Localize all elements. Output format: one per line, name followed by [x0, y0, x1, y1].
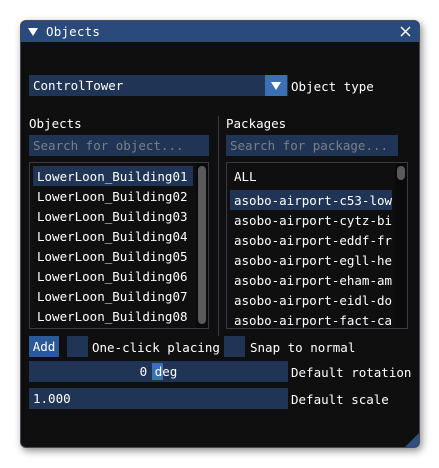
- list-item[interactable]: LowerLoon_Building01: [33, 166, 193, 186]
- objects-list[interactable]: LowerLoon_Building01 LowerLoon_Building0…: [29, 162, 209, 329]
- list-item[interactable]: LowerLoon_Building06: [33, 266, 193, 286]
- objects-scrollbar-thumb[interactable]: [198, 166, 206, 324]
- list-item[interactable]: asobo-airport-eddf-fra: [230, 230, 392, 250]
- object-search-input[interactable]: [29, 135, 209, 156]
- list-item[interactable]: LowerLoon_Building05: [33, 246, 193, 266]
- packages-header: Packages: [226, 116, 287, 131]
- add-button[interactable]: Add: [29, 336, 59, 357]
- add-button-label: Add: [32, 339, 56, 354]
- list-item[interactable]: ALL: [230, 166, 392, 186]
- default-rotation-slider[interactable]: 0 deg: [29, 361, 288, 382]
- objects-header: Objects: [29, 116, 82, 131]
- snap-to-normal-label: Snap to normal: [250, 340, 356, 355]
- scale-value: 1.000: [33, 391, 71, 406]
- packages-scrollbar[interactable]: [395, 163, 407, 328]
- default-scale-label: Default scale: [291, 392, 389, 407]
- collapse-arrow-icon[interactable]: [27, 26, 39, 38]
- object-type-value: ControlTower: [33, 78, 124, 93]
- list-item[interactable]: LowerLoon_Building02: [33, 186, 193, 206]
- column-divider: [218, 116, 219, 336]
- list-item[interactable]: asobo-airport-eham-ams: [230, 270, 392, 290]
- list-item[interactable]: LowerLoon_Building04: [33, 226, 193, 246]
- objects-window: Objects ControlTower Object type Objects…: [20, 20, 420, 448]
- list-item[interactable]: asobo-airport-egll-hea: [230, 250, 392, 270]
- packages-list[interactable]: ALL asobo-airport-c53-lowe asobo-airport…: [226, 162, 408, 329]
- snap-to-normal-checkbox[interactable]: [224, 336, 245, 357]
- chevron-down-icon: [271, 81, 281, 90]
- default-scale-input[interactable]: 1.000: [29, 388, 288, 409]
- list-item[interactable]: asobo-airport-fact-cap: [230, 310, 392, 328]
- list-item[interactable]: asobo-airport-cytz-bil: [230, 210, 392, 230]
- objects-scrollbar[interactable]: [196, 163, 208, 328]
- one-click-placing-checkbox[interactable]: [67, 336, 88, 357]
- default-rotation-label: Default rotation: [291, 365, 412, 380]
- list-item[interactable]: asobo-airport-c53-lowe: [230, 190, 392, 210]
- list-item[interactable]: LowerLoon_Building03: [33, 206, 193, 226]
- close-button[interactable]: [397, 23, 413, 39]
- packages-scrollbar-thumb[interactable]: [397, 166, 405, 180]
- list-item[interactable]: LowerLoon_Building07: [33, 286, 193, 306]
- rotation-value: 0 deg: [139, 364, 178, 379]
- list-item[interactable]: LowerLoon_Building08: [33, 306, 193, 326]
- object-type-dropdown-button[interactable]: [265, 75, 287, 96]
- title-bar[interactable]: Objects: [21, 21, 419, 42]
- package-search-input[interactable]: [226, 135, 398, 156]
- one-click-placing-label: One-click placing: [92, 340, 220, 355]
- window-title: Objects: [46, 24, 101, 39]
- list-item[interactable]: asobo-airport-eidl-don: [230, 290, 392, 310]
- resize-grip[interactable]: [405, 433, 419, 447]
- object-type-combo[interactable]: ControlTower: [29, 75, 288, 96]
- object-type-label: Object type: [291, 79, 374, 94]
- close-icon: [400, 26, 410, 36]
